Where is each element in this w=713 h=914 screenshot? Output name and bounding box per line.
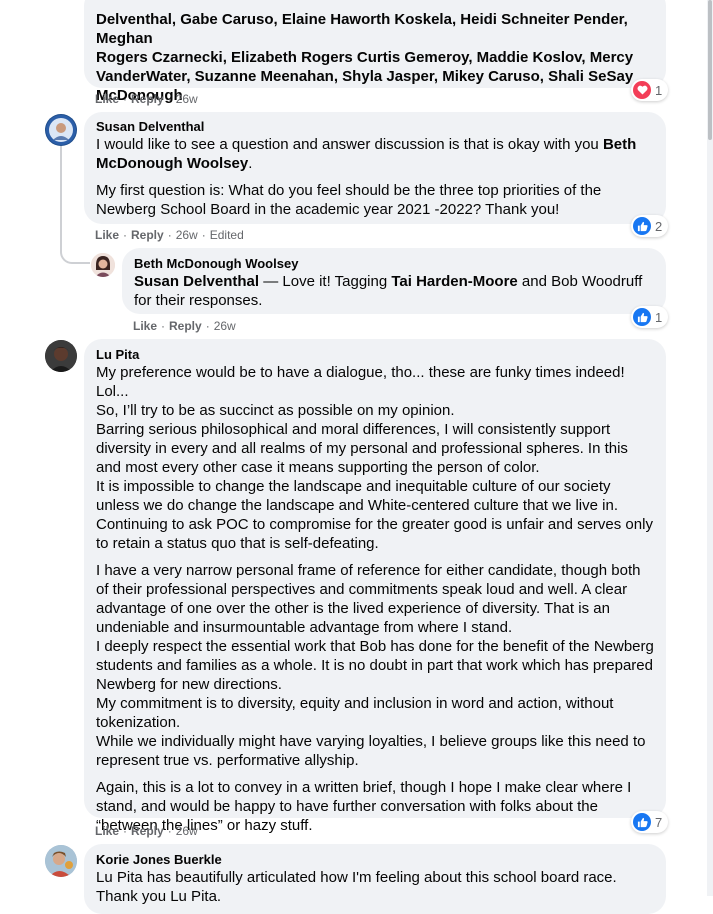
- comment-bubble: Korie Jones Buerkle Lu Pita has beautifu…: [84, 844, 666, 914]
- reply-button[interactable]: Reply: [131, 824, 164, 838]
- reaction-count-number: 1: [655, 82, 663, 98]
- avatar[interactable]: [45, 845, 77, 877]
- comment-author[interactable]: Susan Delventhal: [96, 119, 654, 135]
- comment-timestamp[interactable]: 26w: [214, 319, 236, 333]
- comment-actions: Like · Reply · 26w: [133, 319, 236, 333]
- avatar[interactable]: [45, 114, 77, 146]
- reaction-count-number: 2: [655, 218, 663, 234]
- reply-button[interactable]: Reply: [169, 319, 202, 333]
- reply-button[interactable]: Reply: [131, 228, 164, 242]
- tagged-names-line[interactable]: Delventhal, Gabe Caruso, Elaine Haworth …: [96, 10, 654, 48]
- thread-line: [60, 146, 62, 246]
- comment-timestamp[interactable]: 26w: [176, 92, 198, 106]
- comment-author[interactable]: Lu Pita: [96, 347, 654, 363]
- comment-bubble: Beth McDonough Woolsey Susan Delventhal …: [122, 248, 666, 314]
- tagged-names-line[interactable]: Rogers Czarnecki, Elizabeth Rogers Curti…: [96, 48, 654, 67]
- comment-text: Susan Delventhal — Love it! Tagging Tai …: [134, 272, 654, 310]
- thread-connector: [60, 238, 90, 264]
- mention-link[interactable]: Tai Harden-Moore: [391, 273, 517, 290]
- reaction-count[interactable]: 7: [631, 811, 669, 833]
- thumbs-up-icon: [633, 308, 651, 326]
- comment-author[interactable]: Beth McDonough Woolsey: [134, 256, 654, 272]
- scrollbar-thumb[interactable]: [708, 0, 712, 140]
- comment-author[interactable]: Korie Jones Buerkle: [96, 852, 654, 868]
- heart-icon: [633, 81, 651, 99]
- comment-text-part: .: [248, 155, 253, 172]
- reaction-count-number: 7: [655, 814, 663, 830]
- like-button[interactable]: Like: [133, 319, 157, 333]
- comment-actions: Like · Reply · 26w: [95, 92, 198, 106]
- comment-tagged-names-cutoff: .: [95, 0, 124, 42]
- reaction-count[interactable]: 2: [631, 215, 669, 237]
- comment-actions: Like · Reply · 26w: [95, 824, 198, 838]
- reaction-count[interactable]: 1: [631, 306, 669, 328]
- comment-text: My preference would be to have a dialogu…: [96, 364, 653, 552]
- reaction-count[interactable]: 1: [631, 79, 669, 101]
- thumbs-up-icon: [633, 813, 651, 831]
- comment-bubble: . Delventhal, Gabe Caruso, Elaine Hawort…: [84, 0, 666, 104]
- tagged-names-line[interactable]: VanderWater, Suzanne Meenahan, Shyla Jas…: [96, 67, 654, 86]
- comment-timestamp[interactable]: 26w: [176, 824, 198, 838]
- reaction-count-number: 1: [655, 309, 663, 325]
- comment-actions: Like · Reply · 26w · Edited: [95, 228, 244, 242]
- avatar[interactable]: [91, 253, 115, 277]
- comment-text-part: I would like to see a question and answe…: [96, 136, 603, 153]
- like-button[interactable]: Like: [95, 228, 119, 242]
- comment-text: My first question is: What do you feel s…: [96, 182, 606, 218]
- edited-label[interactable]: Edited: [210, 228, 244, 242]
- comment-timestamp[interactable]: 26w: [176, 228, 198, 242]
- avatar[interactable]: [45, 340, 77, 372]
- comment-text: Lu Pita has beautifully articulated how …: [96, 869, 617, 905]
- comment-text-part: — Love it! Tagging: [259, 273, 392, 290]
- comment-text: I have a very narrow personal frame of r…: [96, 562, 654, 769]
- like-button[interactable]: Like: [95, 824, 119, 838]
- comment-text: I would like to see a question and answe…: [96, 135, 654, 173]
- comment-bubble: Susan Delventhal I would like to see a q…: [84, 112, 666, 224]
- reply-button[interactable]: Reply: [131, 92, 164, 106]
- thumbs-up-icon: [633, 217, 651, 235]
- comment-bubble: Lu Pita My preference would be to have a…: [84, 339, 666, 834]
- like-button[interactable]: Like: [95, 92, 119, 106]
- mention-link[interactable]: Susan Delventhal: [134, 273, 259, 290]
